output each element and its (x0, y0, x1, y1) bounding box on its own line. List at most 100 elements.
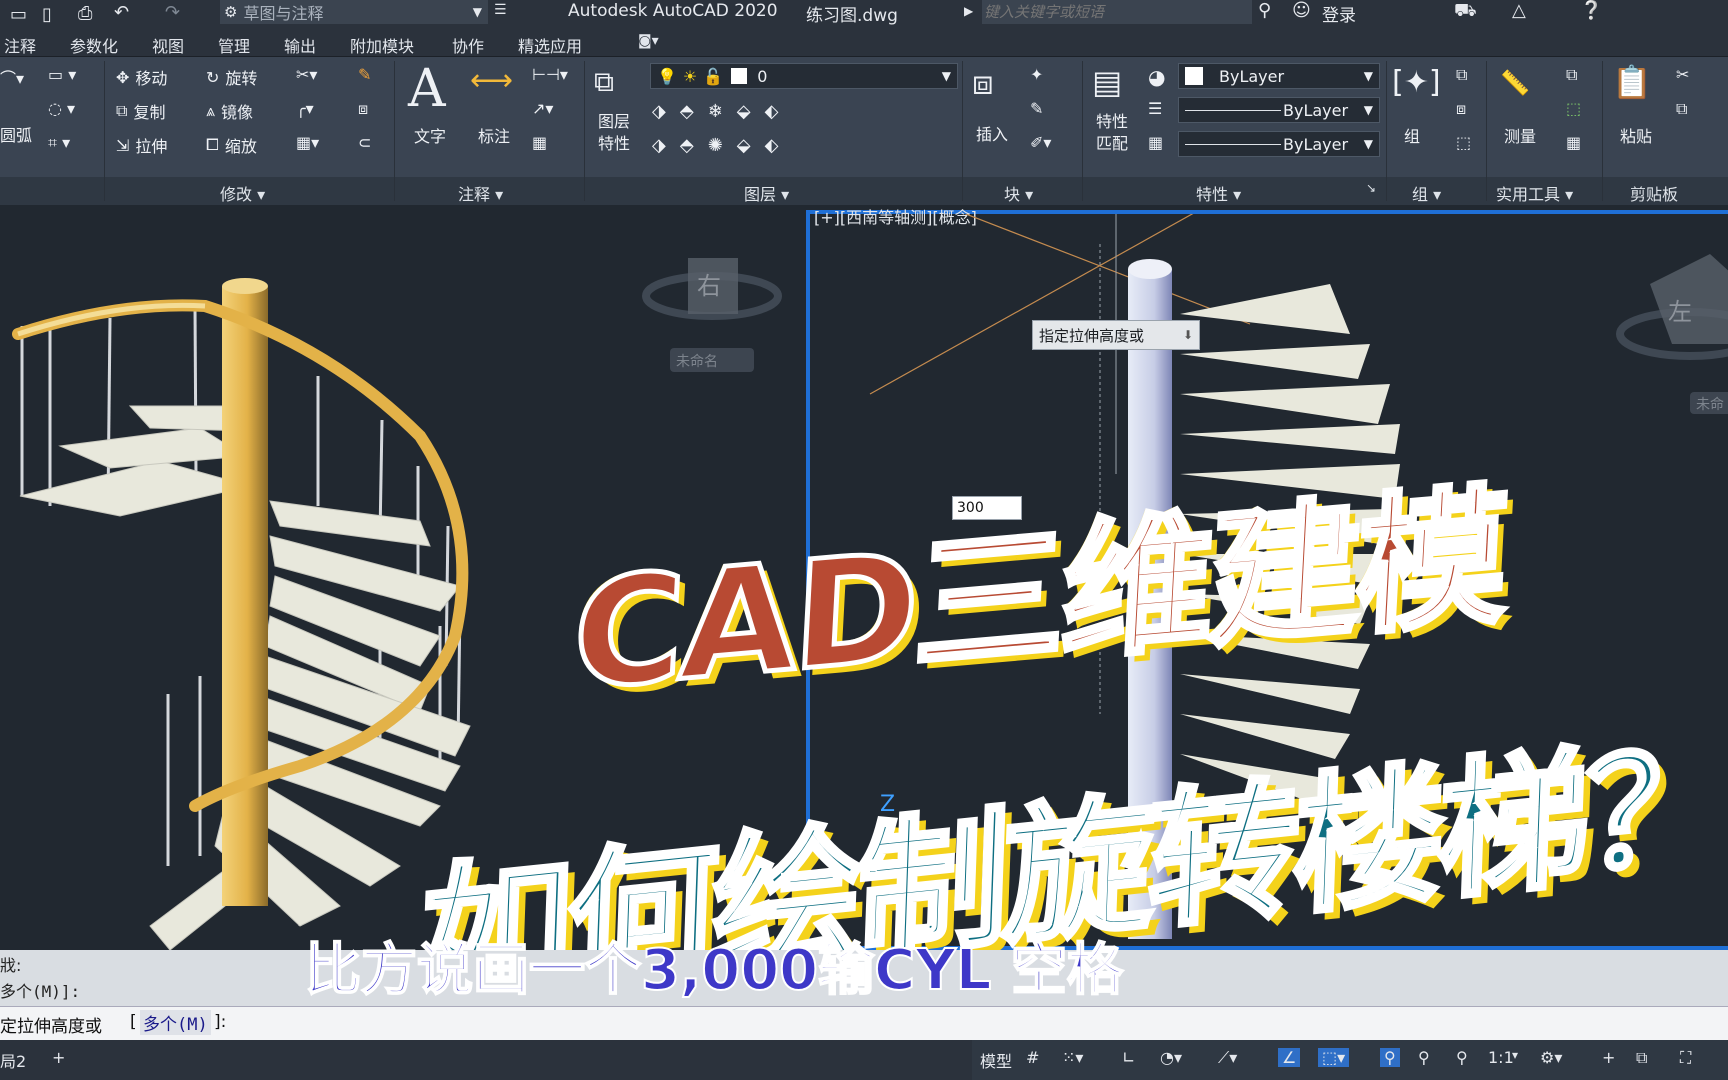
tab-addins[interactable]: 附加模块 (350, 33, 414, 57)
stretch-tool[interactable]: ⇲ 拉伸 (116, 133, 167, 157)
viewcube-left[interactable]: 右 未命名 (642, 258, 782, 372)
group-icon[interactable]: [✦] (1392, 65, 1441, 100)
lineweight-icon[interactable]: ☰ (1148, 99, 1162, 118)
scale-tool[interactable]: ⧠ 缩放 (206, 133, 257, 157)
osnap-tracking-icon[interactable]: ∠ (1278, 1048, 1301, 1067)
panel-group-title[interactable]: 组 ▾ (1412, 181, 1441, 204)
viewcube-right[interactable]: 左 未命 (1616, 254, 1728, 414)
tab-featured-apps[interactable]: 精选应用 (518, 33, 582, 57)
match-properties-button[interactable]: 特性 匹配 (1096, 111, 1128, 155)
down-arrow-icon[interactable]: ⬇ (1183, 328, 1193, 342)
array-icon[interactable]: ▦▾ (296, 133, 319, 152)
paste-label[interactable]: 粘贴 (1620, 123, 1652, 147)
tab-annotate[interactable]: 注释 (4, 33, 36, 57)
search-input[interactable] (982, 0, 1252, 24)
mirror-tool[interactable]: ⩓ 镜像 (206, 99, 253, 123)
copy-tool[interactable]: ⧉ 复制 (116, 99, 165, 123)
annotation-monitor-icon[interactable]: ⚲ (1456, 1048, 1468, 1067)
leader-icon[interactable]: ↗▾ (532, 99, 553, 118)
offset-icon[interactable]: ⊂ (358, 133, 371, 152)
trim-icon[interactable]: ✂▾ (296, 65, 317, 84)
layer-dropdown[interactable]: 💡 ☀ 🔓 0 ▼ (650, 63, 958, 89)
login-link[interactable]: 登录 (1322, 1, 1356, 26)
quick-select-icon[interactable]: ⬚ (1566, 99, 1581, 118)
isodraft-icon[interactable]: ⟋▾ (1218, 1048, 1237, 1068)
redo-icon[interactable]: ↷ (165, 2, 180, 23)
workspace-gear-icon[interactable]: ⚙▾ (1540, 1048, 1562, 1067)
group-select-icon[interactable]: ⬚ (1456, 133, 1471, 152)
layer-thaw-icon[interactable]: ✺ (708, 135, 723, 156)
isolate-objects-icon[interactable]: ⧉ (1636, 1048, 1647, 1068)
rectangle-icon[interactable]: ▭ ▾ (48, 65, 76, 84)
create-block-icon[interactable]: ✦ (1030, 65, 1043, 84)
ellipse-icon[interactable]: ◌ ▾ (48, 99, 75, 118)
panel-block-title[interactable]: 块 ▾ (1004, 181, 1033, 204)
linetype-dropdown[interactable]: ByLayer ▼ (1178, 97, 1380, 123)
autoscale-icon[interactable]: ⚲ (1418, 1048, 1430, 1067)
model-space-button[interactable]: 模型 (980, 1048, 1012, 1072)
panel-annotation-title[interactable]: 注释 ▾ (458, 181, 503, 204)
panel-layers-title[interactable]: 图层 ▾ (744, 181, 789, 204)
lineweight-dropdown[interactable]: ByLayer ▼ (1178, 131, 1380, 157)
arc-icon[interactable]: ⌒▾ (0, 65, 24, 89)
id-point-icon[interactable]: ⧉ (1566, 65, 1577, 85)
measure-icon[interactable]: 📏 (1500, 69, 1530, 97)
insert-block-icon[interactable]: ⧈ (972, 63, 994, 103)
layer-lock-tool-icon[interactable]: ⬙ (737, 101, 751, 122)
transparency-icon[interactable]: ▦ (1148, 133, 1163, 152)
tab-view[interactable]: 视图 (152, 33, 184, 57)
layer-properties-button[interactable]: 图层 特性 (598, 111, 630, 155)
match-properties-icon[interactable]: ▤ (1092, 63, 1122, 101)
user-icon[interactable]: ☺ (1292, 0, 1311, 21)
color-dropdown[interactable]: ByLayer ▼ (1178, 63, 1380, 89)
erase-icon[interactable]: ✎ (358, 65, 371, 84)
hatch-icon[interactable]: ⌗ ▾ (48, 133, 70, 153)
binoculars-icon[interactable]: ⚲ (1258, 0, 1271, 21)
panel-modify-title[interactable]: 修改 ▾ (220, 181, 265, 204)
paste-icon[interactable]: 📋 (1612, 63, 1652, 101)
explode-icon[interactable]: ⧈ (358, 99, 368, 119)
annotation-scale[interactable]: 1:1 (1488, 1048, 1514, 1067)
panel-properties-title[interactable]: 特性 ▾ (1196, 181, 1241, 204)
table-icon[interactable]: ▦ (532, 133, 547, 152)
draw-arc-label[interactable]: 圆弧 (0, 122, 32, 146)
tab-manage[interactable]: 管理 (218, 33, 250, 57)
layer-unisolate-icon[interactable]: ⬘ (680, 135, 694, 156)
undo-icon[interactable]: ↶ (114, 2, 129, 23)
tab-collaborate[interactable]: 协作 (452, 33, 484, 57)
command-option-multiple[interactable]: 多个(M) (140, 1010, 211, 1035)
move-tool[interactable]: ✥ 移动 (116, 65, 167, 89)
panel-launcher-icon[interactable]: ↘ (1366, 181, 1376, 203)
object-snap-icon[interactable]: ⬚▾ (1318, 1048, 1350, 1067)
block-attributes-icon[interactable]: ✐▾ (1030, 133, 1051, 152)
color-wheel-icon[interactable]: ◕ (1148, 65, 1165, 89)
layer-on-tool-icon[interactable]: ⬗ (652, 135, 666, 156)
help-icon[interactable]: ❔ (1580, 0, 1602, 21)
layer-off-icon[interactable]: ⬗ (652, 101, 666, 122)
layer-match-icon[interactable]: ⬖ (765, 101, 779, 122)
quick-access-menu-icon[interactable]: ☰ (494, 2, 507, 18)
layer-unlock-icon[interactable]: ⬙ (737, 135, 751, 156)
text-tool-icon[interactable]: A (408, 59, 446, 119)
add-layout-icon[interactable]: + (52, 1048, 65, 1067)
text-label[interactable]: 文字 (414, 123, 446, 147)
calculator-icon[interactable]: ▦ (1566, 133, 1581, 152)
layer-properties-icon[interactable]: ⧉ (594, 65, 614, 99)
layout-tab[interactable]: 局2 (0, 1048, 26, 1072)
tab-parametric[interactable]: 参数化 (70, 33, 118, 57)
grid-icon[interactable]: # (1026, 1048, 1039, 1067)
layer-isolate-icon[interactable]: ⬘ (680, 101, 694, 122)
quick-access-print-icon[interactable]: ⎙ (78, 3, 92, 24)
layer-freeze-tool-icon[interactable]: ❄ (708, 101, 723, 122)
cart-icon[interactable]: ⛟ (1454, 0, 1477, 24)
command-line[interactable]: 定拉伸高度或 [ 多个(M) ]: (0, 1006, 1728, 1041)
clean-screen-icon[interactable]: ⛶ (1680, 1048, 1691, 1068)
chevron-down-icon[interactable]: ▾ (1512, 1048, 1518, 1062)
copy-clip-icon[interactable]: ⧉ (1676, 99, 1687, 119)
rotate-tool[interactable]: ↻ 旋转 (206, 65, 257, 89)
measure-label[interactable]: 测量 (1504, 123, 1536, 147)
ortho-icon[interactable]: ∟ (1122, 1048, 1135, 1067)
group-label[interactable]: 组 (1404, 123, 1420, 147)
panel-utilities-title[interactable]: 实用工具 ▾ (1496, 181, 1573, 204)
insert-label[interactable]: 插入 (976, 121, 1008, 145)
